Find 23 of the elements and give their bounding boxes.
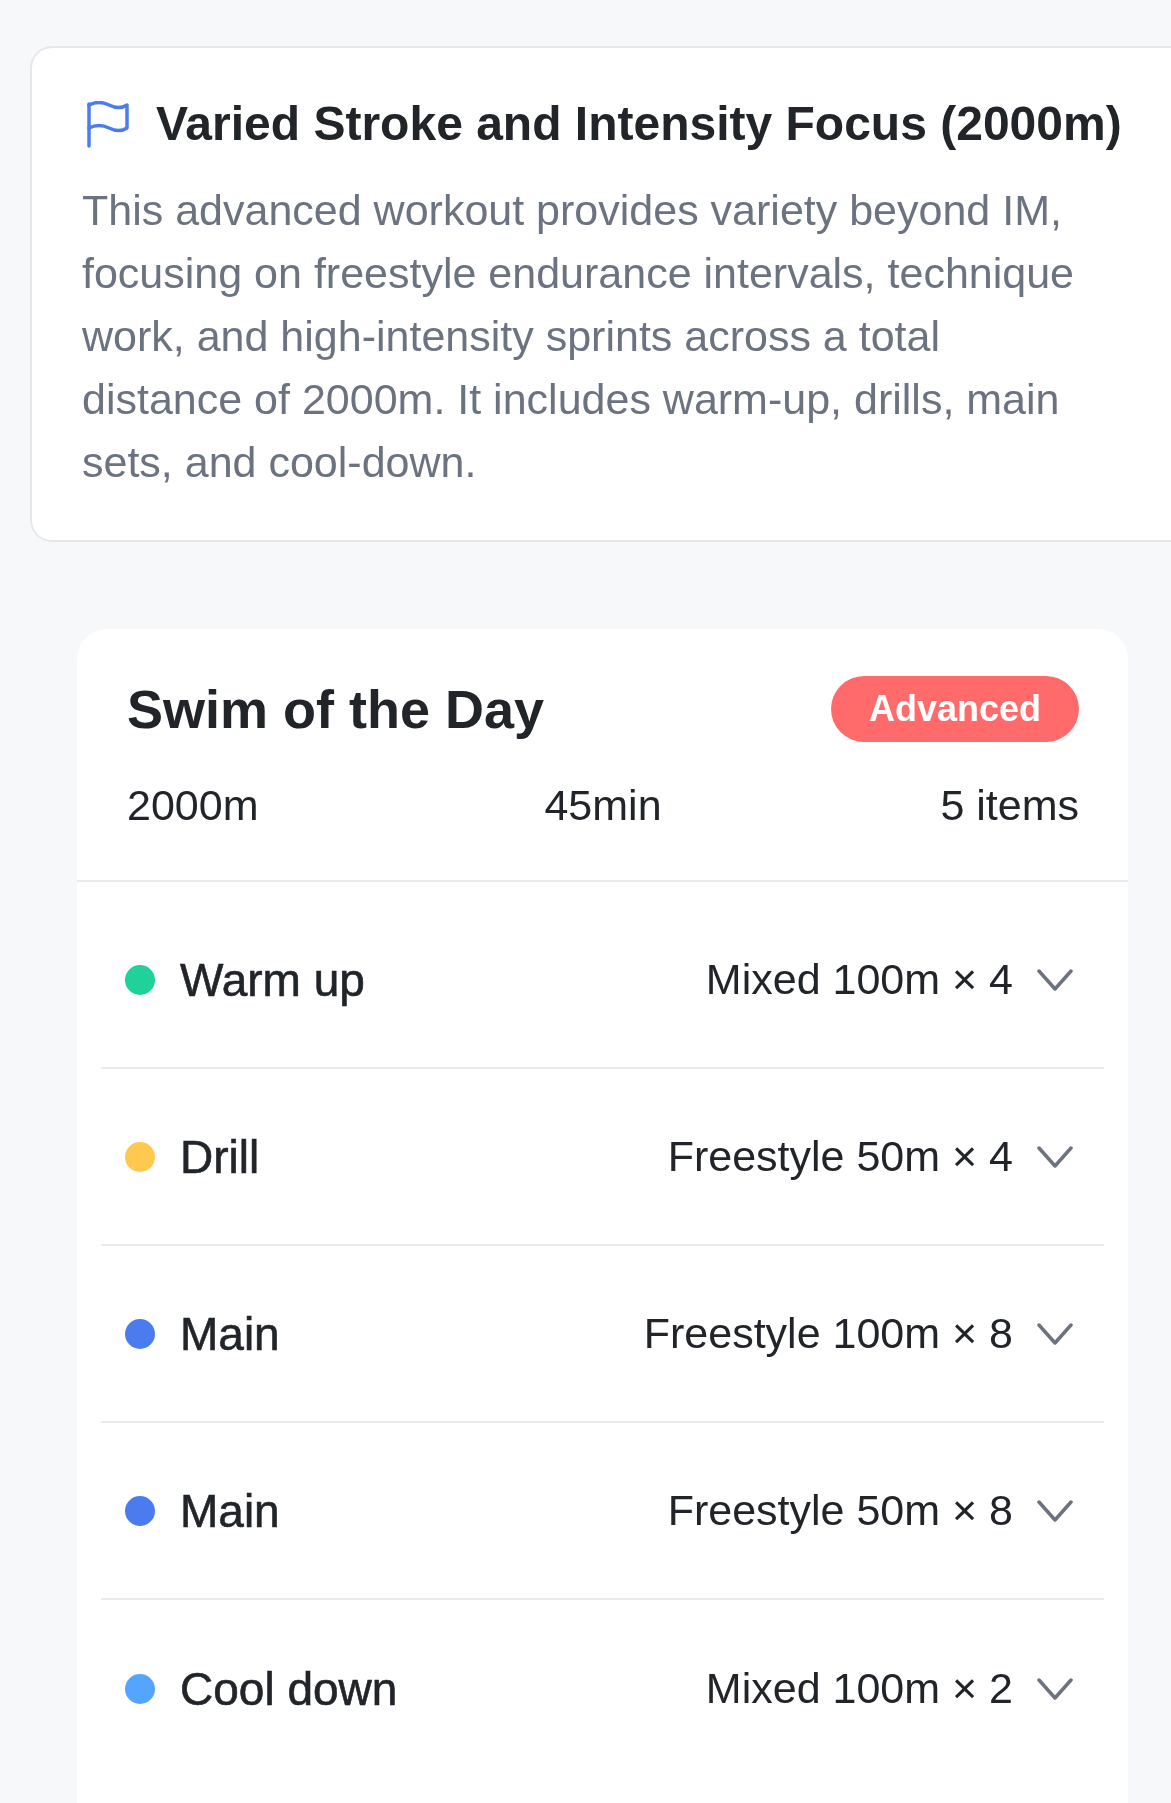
workout-title: Varied Stroke and Intensity Focus (2000m) [156,96,1122,152]
workout-description: This advanced workout provides variety beyond IM, focusing on freestyle endurance intervals, technique work, and high-intensity sprints across a total distance of 2000m. It includes warm-up, drills, main sets, and cool-down. [82,185,1075,488]
item-detail: Mixed 100m × 2 [705,1664,1013,1713]
stat-value: 5 items [940,780,1079,831]
item-name: Warm up [180,952,365,1007]
stat-value: 2000m [127,780,259,831]
chevron-icon[interactable] [1037,1499,1073,1522]
item-detail: Freestyle 100m × 8 [643,1309,1013,1358]
item-name: Main [180,1306,280,1361]
chevron-icon[interactable] [1037,1322,1073,1345]
stat-value: 45min [544,780,662,831]
item-name: Drill [180,1129,260,1184]
item-name: Cool down [180,1661,398,1716]
chevron-icon[interactable] [1037,1677,1073,1700]
level-badge: Advanced [830,676,1079,742]
item-detail: Freestyle 50m × 4 [667,1132,1013,1181]
chevron-icon[interactable] [1037,1145,1073,1168]
item-detail: Freestyle 50m × 8 [667,1486,1013,1535]
item-name: Main [180,1483,280,1538]
card-title: Swim of the Day [127,678,545,741]
flag-icon [86,100,130,148]
item-detail: Mixed 100m × 4 [705,955,1013,1004]
chevron-icon[interactable] [1037,968,1073,991]
